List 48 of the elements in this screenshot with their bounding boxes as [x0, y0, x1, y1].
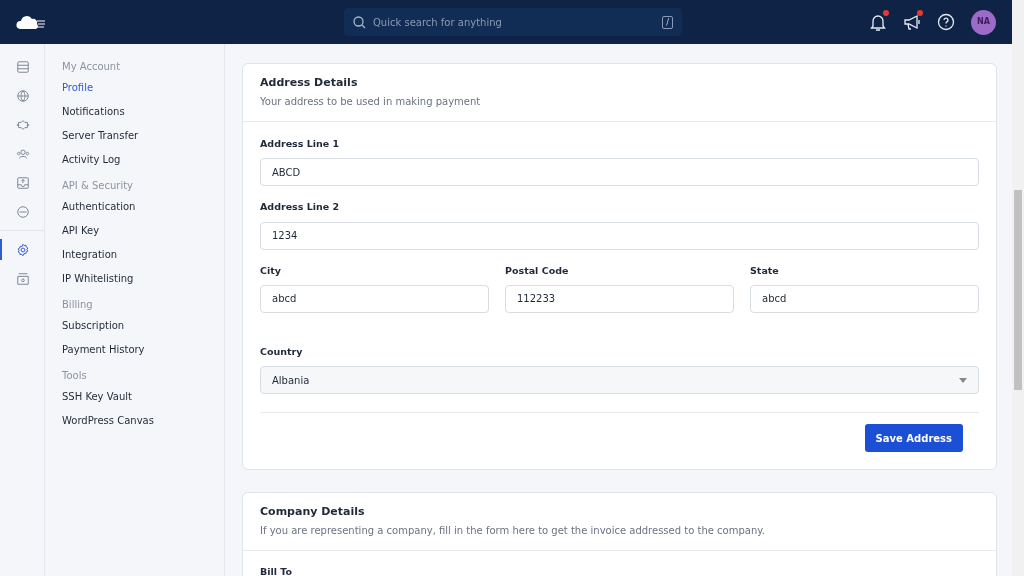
card-title: Address Details — [260, 76, 359, 90]
section-heading: Tools — [62, 369, 88, 383]
scrollbar[interactable] — [1012, 0, 1024, 576]
globe-icon — [15, 88, 30, 103]
field-label: Address Line 2 — [260, 200, 341, 215]
help-button[interactable] — [937, 13, 955, 31]
server-icon — [15, 59, 30, 74]
sidebar-link[interactable]: Notifications — [62, 105, 224, 119]
card-subtitle: Your address to be used in making payment — [260, 95, 482, 110]
sidebar-link[interactable]: Profile — [62, 81, 224, 95]
inbox-icon — [15, 175, 30, 190]
cloud-logo-icon — [16, 15, 46, 30]
field-label: Address Line 1 — [260, 137, 341, 152]
sidebar-link[interactable]: Subscription — [62, 319, 224, 333]
bell-button[interactable] — [869, 13, 887, 31]
input-field[interactable]: 1234 — [260, 221, 979, 250]
input-field[interactable]: abcd — [260, 284, 489, 313]
save-button[interactable]: Save Address — [864, 424, 963, 453]
avatar[interactable]: NA — [971, 9, 996, 35]
sidebar-link[interactable]: WordPress Canvas — [62, 414, 224, 428]
input-field[interactable]: abcd — [750, 284, 979, 313]
sidebar-link[interactable]: Server Transfer — [62, 129, 224, 143]
field-label: Postal Code — [505, 263, 570, 278]
card-title: Company Details — [260, 505, 366, 519]
section-heading: My Account — [62, 60, 122, 74]
field-label: Bill To — [260, 565, 294, 576]
field-label: City — [260, 263, 282, 278]
section-heading: Billing — [62, 298, 94, 312]
sidebar-link[interactable]: Payment History — [62, 343, 224, 357]
caret-icon — [959, 377, 967, 383]
megaphone-button[interactable] — [903, 13, 921, 31]
sidebar-link[interactable]: Integration — [62, 248, 224, 262]
input-field[interactable]: 112233 — [505, 284, 734, 313]
input-field[interactable]: ABCD — [260, 158, 979, 187]
field-label: State — [750, 263, 780, 278]
section-heading: API & Security — [62, 179, 135, 193]
shortcut-key: / — [662, 16, 673, 29]
sidebar-link[interactable]: IP Whitelisting — [62, 272, 224, 286]
country-select[interactable]: Albania — [260, 366, 979, 395]
sidebar-link[interactable]: API Key — [62, 224, 224, 238]
banknote-icon — [15, 271, 30, 286]
sidebar-link[interactable]: Activity Log — [62, 153, 224, 167]
gear-icon — [15, 242, 30, 257]
sidebar-link[interactable]: SSH Key Vault — [62, 390, 224, 404]
sidebar-link[interactable]: Authentication — [62, 200, 224, 214]
card-subtitle: If you are representing a company, fill in the form here to get the invoice addressed to the company. — [260, 524, 766, 539]
team-icon — [15, 146, 30, 161]
field-label: Country — [260, 344, 304, 359]
